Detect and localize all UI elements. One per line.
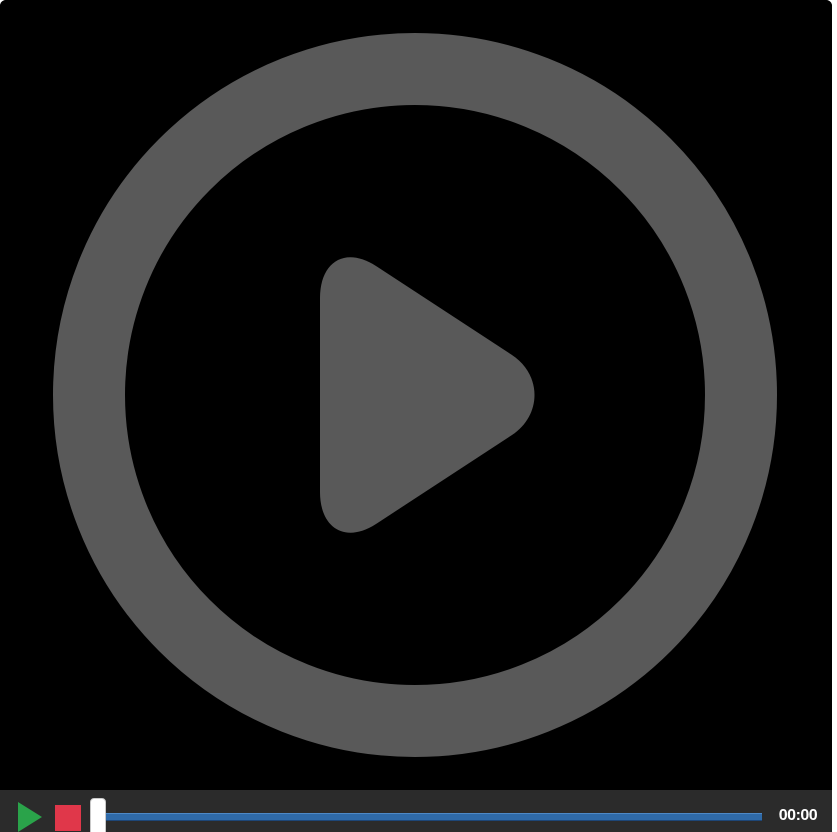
- play-circle-icon[interactable]: [0, 0, 832, 790]
- progress-bar[interactable]: [100, 813, 762, 821]
- stop-icon[interactable]: [55, 805, 81, 831]
- media-player: 00:00: [0, 0, 832, 832]
- play-icon[interactable]: [14, 802, 44, 832]
- control-bar: 00:00: [0, 790, 832, 832]
- progress-handle[interactable]: [90, 798, 106, 832]
- time-display: 00:00: [778, 807, 818, 824]
- video-area[interactable]: [0, 0, 832, 790]
